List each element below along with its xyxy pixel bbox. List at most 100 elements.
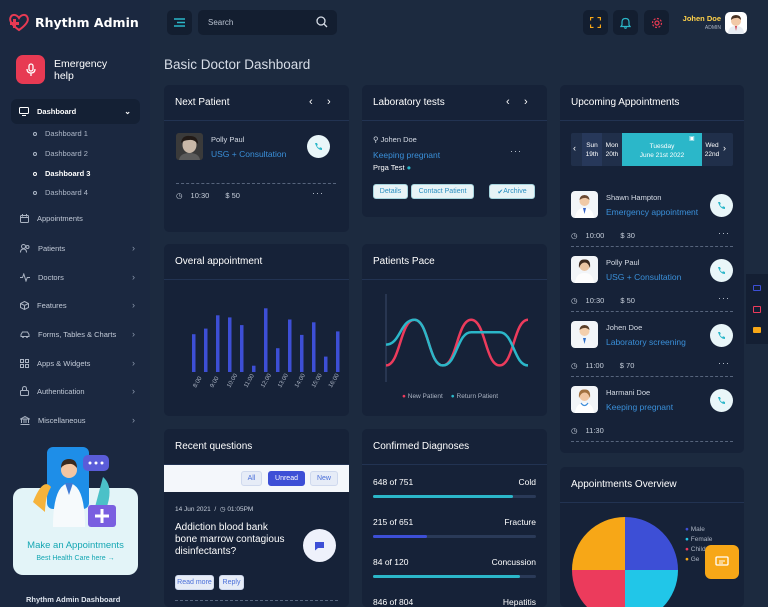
sidebar-item-authentication[interactable]: Authentication ›	[20, 386, 135, 396]
avatar[interactable]	[725, 12, 747, 34]
chevron-right-icon: ›	[132, 243, 135, 253]
toggle-orange-icon[interactable]	[747, 320, 767, 340]
chevron-left-icon[interactable]: ‹	[573, 143, 576, 153]
notifications-button[interactable]	[613, 10, 638, 35]
legend-dot: ●	[402, 393, 406, 400]
pie-slice-child	[572, 570, 625, 607]
phone-icon	[718, 397, 725, 404]
filter-unread-button[interactable]: Unread	[268, 471, 305, 486]
sidebar-subitem-label: Dashboard 1	[45, 129, 88, 138]
call-button[interactable]	[710, 389, 733, 412]
contact-patient-button[interactable]: Contact Patient	[411, 184, 474, 199]
diagnosis-row: 215 of 651 Fracture	[373, 517, 536, 527]
reply-button[interactable]: Reply	[219, 575, 244, 590]
sidebar-item-patients[interactable]: Patients ›	[20, 243, 135, 253]
x-tick-label: 15:00	[311, 372, 324, 389]
lab-subject[interactable]: Keeping pregnant	[373, 150, 440, 160]
more-options-icon[interactable]: ···	[312, 188, 324, 198]
bar	[336, 331, 340, 372]
chevron-right-icon: ›	[132, 386, 135, 396]
chevron-right-icon[interactable]: ›	[723, 143, 726, 153]
date-day: Wed	[705, 142, 719, 149]
bar	[276, 348, 280, 372]
clock-icon: ◷	[571, 296, 578, 305]
settings-button[interactable]	[644, 10, 669, 35]
search-input[interactable]: Search	[198, 10, 337, 35]
card-title: Laboratory tests	[362, 85, 547, 121]
user-menu[interactable]: Johen Doe ADMIN	[681, 14, 721, 31]
chevron-left-icon[interactable]: ‹	[506, 96, 510, 108]
more-options-icon[interactable]: ···	[718, 358, 730, 368]
toggle-image-icon[interactable]	[747, 299, 767, 319]
progress-fill	[373, 575, 520, 578]
read-more-button[interactable]: Read more	[175, 575, 214, 590]
call-button[interactable]	[307, 135, 330, 158]
fullscreen-button[interactable]	[583, 10, 608, 35]
legend-dot: ●	[685, 526, 689, 533]
call-button[interactable]	[710, 194, 733, 217]
promo-title: Make an Appointments	[27, 540, 124, 551]
promo-link[interactable]: Best Health Care here →	[13, 555, 138, 562]
sidebar-item-features[interactable]: Features ›	[20, 300, 135, 310]
appointment-procedure[interactable]: Emergency appointment	[606, 207, 698, 217]
upcoming-appointments-card: Upcoming Appointments ‹ Sun 19th Mon 20th …	[560, 85, 744, 453]
date-mon[interactable]: Mon 20th	[602, 133, 622, 166]
date-wed[interactable]: Wed 22nd	[702, 133, 722, 166]
x-tick-label: 13:00	[277, 372, 290, 389]
appointment-name: Polly Paul	[606, 258, 640, 267]
call-button[interactable]	[710, 259, 733, 282]
menu-toggle-button[interactable]	[167, 10, 192, 35]
appointment-procedure[interactable]: Laboratory screening	[606, 337, 686, 347]
date-sun[interactable]: Sun 19th	[582, 133, 602, 166]
diagnosis-name: Concussion	[491, 557, 536, 567]
appointments-overview-card: Appointments Overview ● Male ● Female ● …	[560, 467, 744, 607]
app-title: Rhythm Admin	[35, 14, 139, 30]
chat-button[interactable]	[303, 529, 336, 562]
bar	[312, 322, 316, 372]
archive-button[interactable]: ✔ Archive	[489, 184, 535, 199]
bar	[252, 365, 256, 372]
sidebar-item-doctors[interactable]: Doctors ›	[20, 272, 135, 282]
x-tick-label: 9:00	[209, 375, 220, 389]
patient-procedure[interactable]: USG + Consultation	[211, 149, 286, 159]
pace-legend: ● New Patient ● Return Patient	[402, 393, 498, 400]
chevron-right-icon: ›	[132, 329, 135, 339]
sidebar-item-dashboard[interactable]: Dashboard ⌄	[11, 99, 140, 124]
sidebar-subitem-dashboard-3[interactable]: Dashboard 3	[33, 169, 90, 178]
details-button[interactable]: Details	[373, 184, 408, 199]
sidebar-item-appointments[interactable]: Appointments	[20, 214, 135, 223]
sidebar-subitem-dashboard-2[interactable]: Dashboard 2	[33, 149, 88, 158]
sidebar-item-forms[interactable]: Forms, Tables & Charts ›	[20, 329, 135, 339]
sidebar-item-apps[interactable]: Apps & Widgets ›	[20, 358, 135, 368]
call-button[interactable]	[710, 324, 733, 347]
lab-doctor-name: Johen Doe	[380, 135, 417, 144]
emergency-help[interactable]: Emergency help	[16, 55, 124, 84]
chevron-left-icon[interactable]: ‹	[309, 96, 313, 108]
appointment-procedure[interactable]: Keeping pregnant	[606, 402, 673, 412]
sidebar-subitem-dashboard-1[interactable]: Dashboard 1	[33, 129, 88, 138]
sidebar-item-miscellaneous[interactable]: Miscellaneous ›	[20, 415, 135, 425]
more-options-icon[interactable]: ···	[510, 146, 522, 156]
toggle-blue-icon[interactable]	[747, 278, 767, 298]
filter-all-button[interactable]: All	[241, 471, 262, 486]
appointment-procedure[interactable]: USG + Consultation	[606, 272, 681, 282]
legend-item: ● Female	[685, 535, 712, 545]
clock-icon: ◷	[571, 361, 578, 370]
sidebar-item-label: Features	[37, 300, 67, 310]
filter-new-button[interactable]: New	[310, 471, 338, 486]
bar	[288, 319, 292, 372]
chevron-right-icon[interactable]: ›	[524, 96, 528, 108]
sidebar-subitem-dashboard-4[interactable]: Dashboard 4	[33, 188, 88, 197]
search-icon[interactable]	[316, 16, 328, 30]
chevron-right-icon[interactable]: ›	[327, 96, 331, 108]
archive-label: Archive	[503, 188, 527, 195]
doctor-illustration	[33, 447, 118, 527]
more-options-icon[interactable]: ···	[718, 293, 730, 303]
date-selected[interactable]: ▣ Tuesday June 21st 2022	[622, 133, 702, 166]
car-icon	[20, 331, 30, 338]
overall-appointment-card: Overal appointment 8:00 9:00 10:00 11:00 12:…	[164, 244, 349, 416]
more-options-icon[interactable]: ···	[718, 228, 730, 238]
date-day: Sun	[586, 142, 598, 149]
chat-widget-button[interactable]	[705, 545, 739, 579]
app-logo[interactable]: Rhythm Admin	[8, 11, 139, 33]
